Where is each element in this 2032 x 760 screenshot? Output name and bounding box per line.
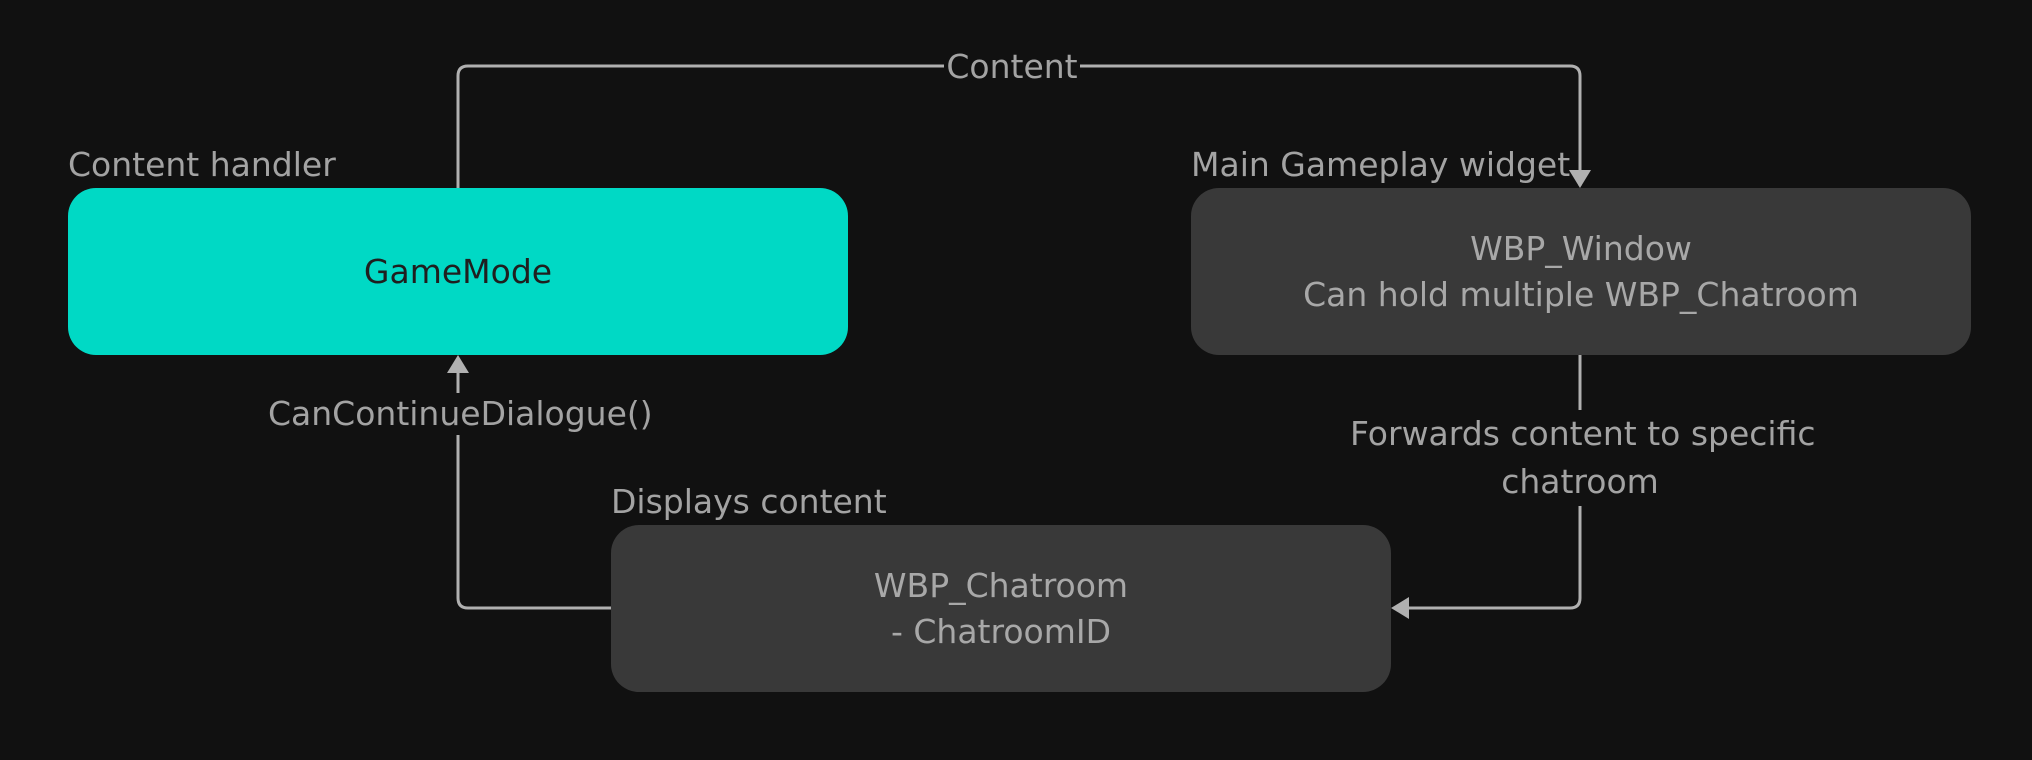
wbp-window-node: WBP_Window Can hold multiple WBP_Chatroo… — [1191, 188, 1971, 355]
wbp-chatroom-node-title: WBP_Chatroom — [873, 565, 1129, 605]
window-group-label: Main Gameplay widget — [1191, 145, 1571, 184]
gamemode-node-label: GameMode — [363, 251, 553, 291]
edge-forwards-label-line-1: Forwards content to specific — [1350, 414, 1816, 453]
gamemode-group-label: Content handler — [68, 145, 336, 184]
gamemode-node: GameMode — [68, 188, 848, 355]
edge-can-continue-label: CanContinueDialogue() — [268, 393, 653, 435]
wbp-chatroom-node: WBP_Chatroom - ChatroomID — [611, 525, 1391, 692]
chatroom-group-label: Displays content — [611, 482, 887, 521]
edge-forwards-label-line-2: chatroom — [1501, 462, 1659, 501]
edge-can-continue-arrowhead — [447, 355, 469, 373]
wbp-chatroom-node-field: - ChatroomID — [890, 611, 1112, 651]
wbp-window-node-description: Can hold multiple WBP_Chatroom — [1303, 274, 1859, 314]
edge-content-arrowhead — [1569, 170, 1591, 188]
edge-forwards-arrowhead — [1391, 597, 1409, 619]
edge-content-label: Content — [944, 46, 1080, 88]
flow-diagram: Content handler Main Gameplay widget Dis… — [0, 0, 2032, 760]
wbp-window-node-title: WBP_Window — [1470, 228, 1692, 268]
edge-forwards-label: Forwards content to specific chatroom — [1350, 410, 1816, 506]
